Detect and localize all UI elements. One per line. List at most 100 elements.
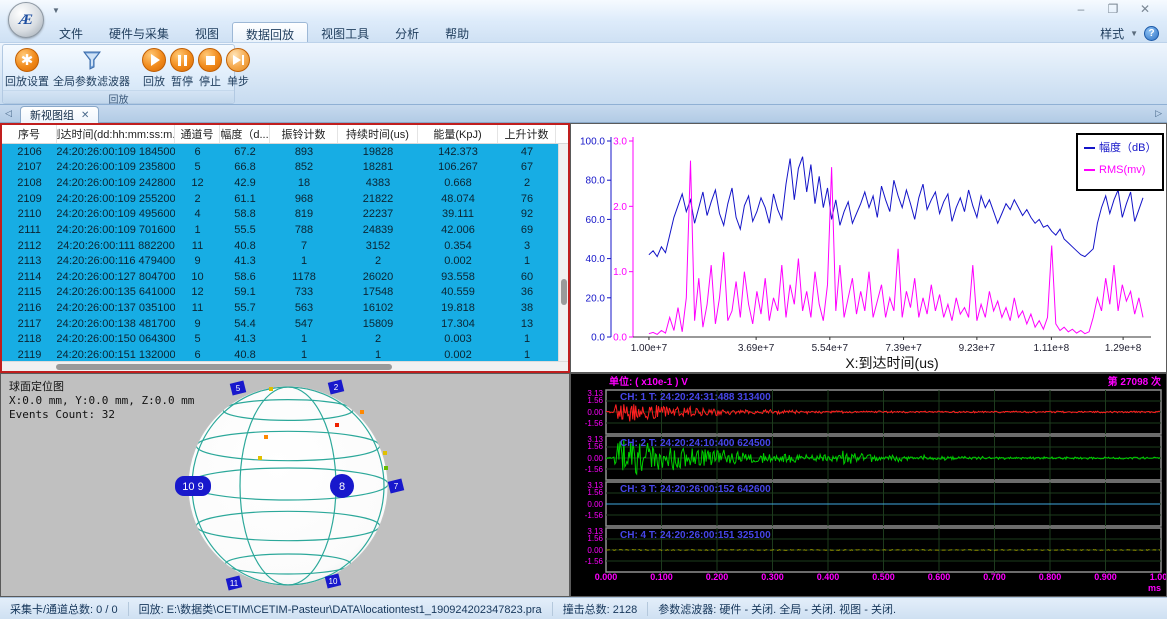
table-cell: 40.559: [418, 285, 498, 301]
column-header[interactable]: 序号: [2, 125, 57, 143]
waveform-panel[interactable]: 单位: ( x10e-1 ) V第 27098 次3.131.560.00-1.…: [570, 373, 1167, 597]
minimize-button[interactable]: –: [1065, 2, 1097, 18]
table-cell: 11: [175, 300, 220, 316]
column-header[interactable]: 振铃计数: [270, 125, 338, 143]
statusbar-segment-3: 撞击总数: 2128: [553, 601, 648, 617]
column-header[interactable]: 到达时间(dd:hh:mm:ss:m...: [57, 125, 175, 143]
app-logo[interactable]: Æ: [8, 2, 44, 38]
table-row[interactable]: 211224:20:26:00:111 8822001140.8731520.3…: [2, 238, 568, 254]
step-button[interactable]: 单步: [224, 47, 252, 90]
style-caret-icon[interactable]: ▼: [1130, 29, 1138, 38]
column-header[interactable]: 上升计数: [498, 125, 556, 143]
table-cell: 5: [175, 160, 220, 176]
sphere-location-panel[interactable]: 球面定位图 X:0.0 mm, Y:0.0 mm, Z:0.0 mm Event…: [0, 373, 570, 597]
table-cell: 9: [175, 316, 220, 332]
svg-text:0.000: 0.000: [595, 572, 618, 582]
table-cell: 41.3: [220, 253, 270, 269]
stop-button[interactable]: 停止: [196, 47, 224, 90]
table-cell: 18281: [338, 160, 418, 176]
column-header[interactable]: 能量(KpJ): [418, 125, 498, 143]
table-row[interactable]: 211424:20:26:00:127 8047001058.611782602…: [2, 269, 568, 285]
table-row[interactable]: 210824:20:26:00:109 2428001242.91843830.…: [2, 175, 568, 191]
menu-item-5[interactable]: 视图工具: [308, 22, 382, 42]
gear-button[interactable]: ✱回放设置: [3, 47, 51, 90]
sensor-marker[interactable]: 2: [328, 379, 344, 394]
table-cell: 2111: [2, 222, 57, 238]
table-cell: 24:20:26:00:109 701600: [57, 222, 175, 238]
svg-text:1.29e+8: 1.29e+8: [1105, 343, 1142, 354]
table-row[interactable]: 211924:20:26:00:151 132000640.8110.0021: [2, 347, 568, 361]
toolbar-button-label: 停止: [199, 73, 221, 89]
menu-item-2[interactable]: 硬件与采集: [96, 22, 182, 42]
table-row[interactable]: 211624:20:26:00:137 0351001155.756316102…: [2, 300, 568, 316]
table-cell: 55.5: [220, 222, 270, 238]
table-cell: 5: [175, 332, 220, 348]
close-button[interactable]: ✕: [1129, 2, 1161, 18]
help-icon[interactable]: ?: [1144, 26, 1159, 41]
table-cell: 142.373: [418, 144, 498, 160]
pause-button[interactable]: 暂停: [168, 47, 196, 90]
menu-item-7[interactable]: 帮助: [432, 22, 482, 42]
step-icon: [226, 48, 250, 72]
sensor-marker[interactable]: 5: [230, 380, 246, 395]
quick-access-caret-icon[interactable]: ▼: [52, 6, 60, 15]
table-row[interactable]: 211824:20:26:00:150 064300541.3120.0031: [2, 332, 568, 348]
tab-new-view-group[interactable]: 新视图组 ✕: [20, 106, 99, 123]
maximize-button[interactable]: ❐: [1097, 2, 1129, 18]
svg-text:8: 8: [339, 481, 345, 493]
table-header-row: 序号到达时间(dd:hh:mm:ss:m...通道号幅度（d...振铃计数持续时…: [2, 125, 568, 144]
table-cell: 0.354: [418, 238, 498, 254]
sensor-marker[interactable]: 11: [226, 575, 242, 590]
tab-scroll-left-icon[interactable]: ◁: [5, 108, 12, 119]
play-icon: [142, 48, 166, 72]
table-row[interactable]: 211724:20:26:00:138 481700954.4547158091…: [2, 316, 568, 332]
table-cell: 55.7: [220, 300, 270, 316]
sensor-marker[interactable]: 10 9: [175, 476, 211, 496]
svg-text:1.0: 1.0: [613, 267, 627, 278]
table-cell: 1: [498, 347, 556, 361]
table-cell: 788: [270, 222, 338, 238]
table-cell: 733: [270, 285, 338, 301]
hscroll-thumb[interactable]: [56, 364, 392, 370]
menu-item-3[interactable]: 视图: [182, 22, 232, 42]
column-header[interactable]: 持续时间(us): [338, 125, 418, 143]
filter-button[interactable]: 全局参数滤波器: [51, 47, 132, 90]
menu-item-6[interactable]: 分析: [382, 22, 432, 42]
amplitude-rms-chart-panel[interactable]: 100.080.060.040.020.00.03.02.01.00.01.00…: [570, 123, 1167, 373]
svg-text:10: 10: [329, 577, 338, 586]
menu-item-4[interactable]: 数据回放: [232, 22, 308, 42]
tab-close-icon[interactable]: ✕: [81, 110, 89, 121]
play-button[interactable]: 回放: [140, 47, 168, 90]
table-row[interactable]: 210924:20:26:00:109 255200261.1968218224…: [2, 191, 568, 207]
hits-table-panel[interactable]: 序号到达时间(dd:hh:mm:ss:m...通道号幅度（d...振铃计数持续时…: [0, 123, 570, 373]
svg-text:60.0: 60.0: [586, 215, 606, 226]
table-row[interactable]: 210624:20:26:00:109 184500667.2893198281…: [2, 144, 568, 160]
table-cell: 11: [175, 238, 220, 254]
table-cell: 26020: [338, 269, 418, 285]
table-cell: 42.006: [418, 222, 498, 238]
table-row[interactable]: 211524:20:26:00:135 6410001259.173317548…: [2, 285, 568, 301]
horizontal-scrollbar[interactable]: [2, 361, 568, 371]
table-row[interactable]: 211324:20:26:00:116 479400941.3120.0021: [2, 253, 568, 269]
column-header[interactable]: 幅度（d...: [220, 125, 270, 143]
workspace: 序号到达时间(dd:hh:mm:ss:m...通道号幅度（d...振铃计数持续时…: [0, 123, 1167, 597]
sensor-marker[interactable]: 8: [330, 474, 354, 498]
table-cell: 24:20:26:00:109 495600: [57, 207, 175, 223]
table-row[interactable]: 210724:20:26:00:109 235800566.8852182811…: [2, 160, 568, 176]
table-cell: 15809: [338, 316, 418, 332]
menu-item-1[interactable]: 文件: [46, 22, 96, 42]
table-row[interactable]: 211124:20:26:00:109 701600155.5788248394…: [2, 222, 568, 238]
svg-text:0.100: 0.100: [650, 572, 673, 582]
tab-scroll-right-icon[interactable]: ▷: [1155, 108, 1162, 119]
vscroll-thumb[interactable]: [561, 279, 567, 305]
table-cell: 13: [498, 316, 556, 332]
sensor-marker[interactable]: 7: [388, 478, 404, 493]
table-cell: 24:20:26:00:135 641000: [57, 285, 175, 301]
svg-text:0.700: 0.700: [983, 572, 1006, 582]
style-menu[interactable]: 样式: [1100, 25, 1124, 42]
vertical-scrollbar[interactable]: [558, 144, 568, 361]
table-row[interactable]: 211024:20:26:00:109 495600458.8819222373…: [2, 207, 568, 223]
column-header[interactable]: 通道号: [175, 125, 220, 143]
table-cell: 2109: [2, 191, 57, 207]
statusbar-segment-2: 回放: E:\数据类\CETIM\CETIM-Pasteur\DATA\loca…: [129, 601, 552, 617]
